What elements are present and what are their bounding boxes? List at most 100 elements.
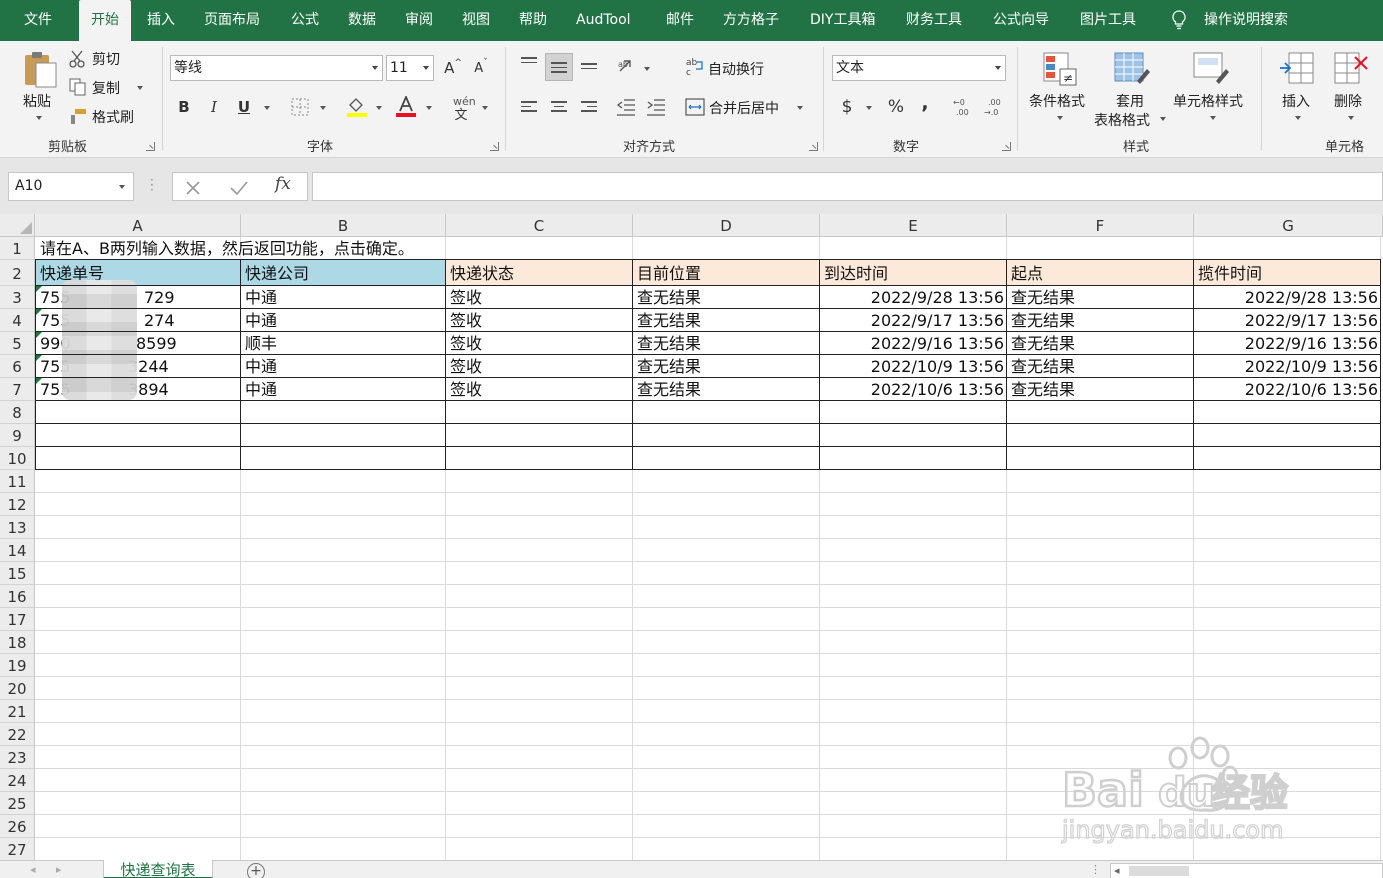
delete-dropdown-icon[interactable] [1348, 116, 1354, 120]
increase-font-size-icon[interactable]: A ^ [444, 57, 462, 79]
origin-cell[interactable]: 查无结果 [1007, 309, 1079, 331]
location-cell[interactable]: 查无结果 [633, 378, 705, 400]
tab-split-handle-icon[interactable]: ⋮ [1090, 863, 1101, 876]
top-align-icon[interactable] [521, 57, 537, 71]
row-header[interactable]: 3 [0, 286, 35, 309]
error-indicator-icon[interactable] [36, 332, 42, 338]
conditional-formatting-icon[interactable]: ≠ [1042, 51, 1080, 89]
paste-icon[interactable] [22, 49, 58, 89]
arrival-time-cell[interactable]: 2022/9/16 13:56 [820, 332, 1006, 354]
pickup-time-cell[interactable]: 2022/10/9 13:56 [1194, 355, 1380, 377]
tab-page-layout[interactable]: 页面布局 [204, 0, 260, 41]
cancel-icon[interactable] [185, 180, 201, 196]
font-size-dropdown[interactable]: 11 [386, 55, 434, 81]
increase-indent-icon[interactable] [646, 98, 666, 116]
row-header[interactable]: 6 [0, 355, 35, 378]
clipboard-dialog-launcher-icon[interactable] [146, 142, 155, 151]
select-all-button[interactable] [0, 214, 35, 237]
pickup-time-cell[interactable]: 2022/9/16 13:56 [1194, 332, 1380, 354]
format-as-table-icon[interactable] [1113, 51, 1151, 89]
add-sheet-icon[interactable]: + [247, 863, 265, 878]
error-indicator-icon[interactable] [36, 378, 42, 384]
orientation-dropdown-icon[interactable] [644, 67, 650, 71]
paste-label[interactable]: 粘贴 [23, 91, 51, 111]
courier-cell[interactable]: 中通 [241, 378, 281, 400]
tab-view[interactable]: 视图 [462, 0, 490, 41]
row-header[interactable]: 21 [0, 700, 35, 723]
enter-check-icon[interactable] [230, 180, 248, 196]
format-as-table-label-1[interactable]: 套用 [1116, 91, 1144, 111]
header-cell-status[interactable]: 快递状态 [446, 260, 632, 285]
cell-styles-icon[interactable] [1192, 51, 1230, 89]
tab-picture-tools[interactable]: 图片工具 [1080, 0, 1136, 41]
row-header[interactable]: 4 [0, 309, 35, 332]
scrollbar-left-arrow-icon[interactable]: ◂ [1114, 864, 1120, 878]
row-header[interactable]: 27 [0, 838, 35, 860]
formula-input[interactable] [312, 172, 1383, 201]
status-cell[interactable]: 签收 [446, 309, 486, 331]
row-header[interactable]: 22 [0, 723, 35, 746]
row-header[interactable]: 8 [0, 401, 35, 424]
column-header-a[interactable]: A [35, 214, 241, 237]
tab-file[interactable]: 文件 [24, 0, 52, 41]
format-painter-label[interactable]: 格式刷 [92, 107, 134, 127]
arrival-time-cell[interactable]: 2022/10/6 13:56 [820, 378, 1006, 400]
location-cell[interactable]: 查无结果 [633, 286, 705, 308]
row-header[interactable]: 1 [0, 237, 35, 260]
cut-label[interactable]: 剪切 [92, 49, 120, 69]
pickup-time-cell[interactable]: 2022/9/17 13:56 [1194, 309, 1380, 331]
status-cell[interactable]: 签收 [446, 378, 486, 400]
name-box[interactable]: A10 [8, 172, 134, 201]
status-cell[interactable]: 签收 [446, 286, 486, 308]
tab-data[interactable]: 数据 [348, 0, 376, 41]
insert-cells-icon[interactable] [1279, 51, 1315, 87]
copy-icon[interactable] [69, 78, 87, 96]
column-header-d[interactable]: D [633, 214, 820, 237]
percent-style-button[interactable]: % [886, 96, 906, 118]
merge-center-label[interactable]: 合并后居中 [709, 98, 779, 118]
tab-review[interactable]: 审阅 [405, 0, 433, 41]
italic-button[interactable]: I [206, 97, 222, 117]
row-header[interactable]: 14 [0, 539, 35, 562]
number-dialog-launcher-icon[interactable] [1002, 142, 1011, 151]
header-cell-arrival-time[interactable]: 到达时间 [820, 260, 1006, 285]
row-header[interactable]: 16 [0, 585, 35, 608]
underline-dropdown-icon[interactable] [264, 106, 270, 110]
merge-dropdown-icon[interactable] [797, 106, 803, 110]
tab-home[interactable]: 开始 [79, 0, 131, 43]
row-header[interactable]: 5 [0, 332, 35, 355]
fill-color-icon[interactable] [346, 96, 368, 118]
location-cell[interactable]: 查无结果 [633, 309, 705, 331]
row-header[interactable]: 20 [0, 677, 35, 700]
tab-formula-wizard[interactable]: 公式向导 [993, 0, 1049, 41]
phonetic-dropdown-icon[interactable] [482, 106, 488, 110]
tab-diy-toolbox[interactable]: DIY工具箱 [810, 0, 875, 41]
increase-decimal-icon[interactable]: ←0 .00 [952, 97, 974, 117]
paste-dropdown-icon[interactable] [36, 116, 42, 120]
column-header-b[interactable]: B [241, 214, 446, 237]
decrease-indent-icon[interactable] [616, 98, 636, 116]
instruction-cell[interactable]: 请在A、B两列输入数据，然后返回功能，点击确定。 [36, 238, 418, 259]
status-cell[interactable]: 签收 [446, 332, 486, 354]
currency-dropdown-icon[interactable] [866, 106, 872, 110]
borders-icon[interactable] [291, 98, 309, 116]
row-header[interactable]: 24 [0, 769, 35, 792]
font-dialog-launcher-icon[interactable] [490, 142, 499, 151]
row-header[interactable]: 12 [0, 493, 35, 516]
column-header-e[interactable]: E [820, 214, 1007, 237]
courier-cell[interactable]: 中通 [241, 309, 281, 331]
origin-cell[interactable]: 查无结果 [1007, 378, 1079, 400]
header-cell-origin[interactable]: 起点 [1007, 260, 1193, 285]
cell-styles-label[interactable]: 单元格样式 [1173, 91, 1243, 111]
scissors-icon[interactable] [69, 50, 87, 68]
scroll-right-icon[interactable]: ▸ [56, 863, 62, 876]
origin-cell[interactable]: 查无结果 [1007, 355, 1079, 377]
bold-button[interactable]: B [176, 97, 192, 117]
courier-cell[interactable]: 顺丰 [241, 332, 281, 354]
wrap-text-icon[interactable]: ab c [685, 57, 705, 77]
chevron-down-icon[interactable] [119, 185, 125, 189]
formula-bar-grip-icon[interactable]: · · · [150, 174, 154, 196]
location-cell[interactable]: 查无结果 [633, 355, 705, 377]
delete-cells-label[interactable]: 删除 [1334, 91, 1362, 111]
decrease-font-size-icon[interactable]: Aˇ [472, 57, 490, 79]
